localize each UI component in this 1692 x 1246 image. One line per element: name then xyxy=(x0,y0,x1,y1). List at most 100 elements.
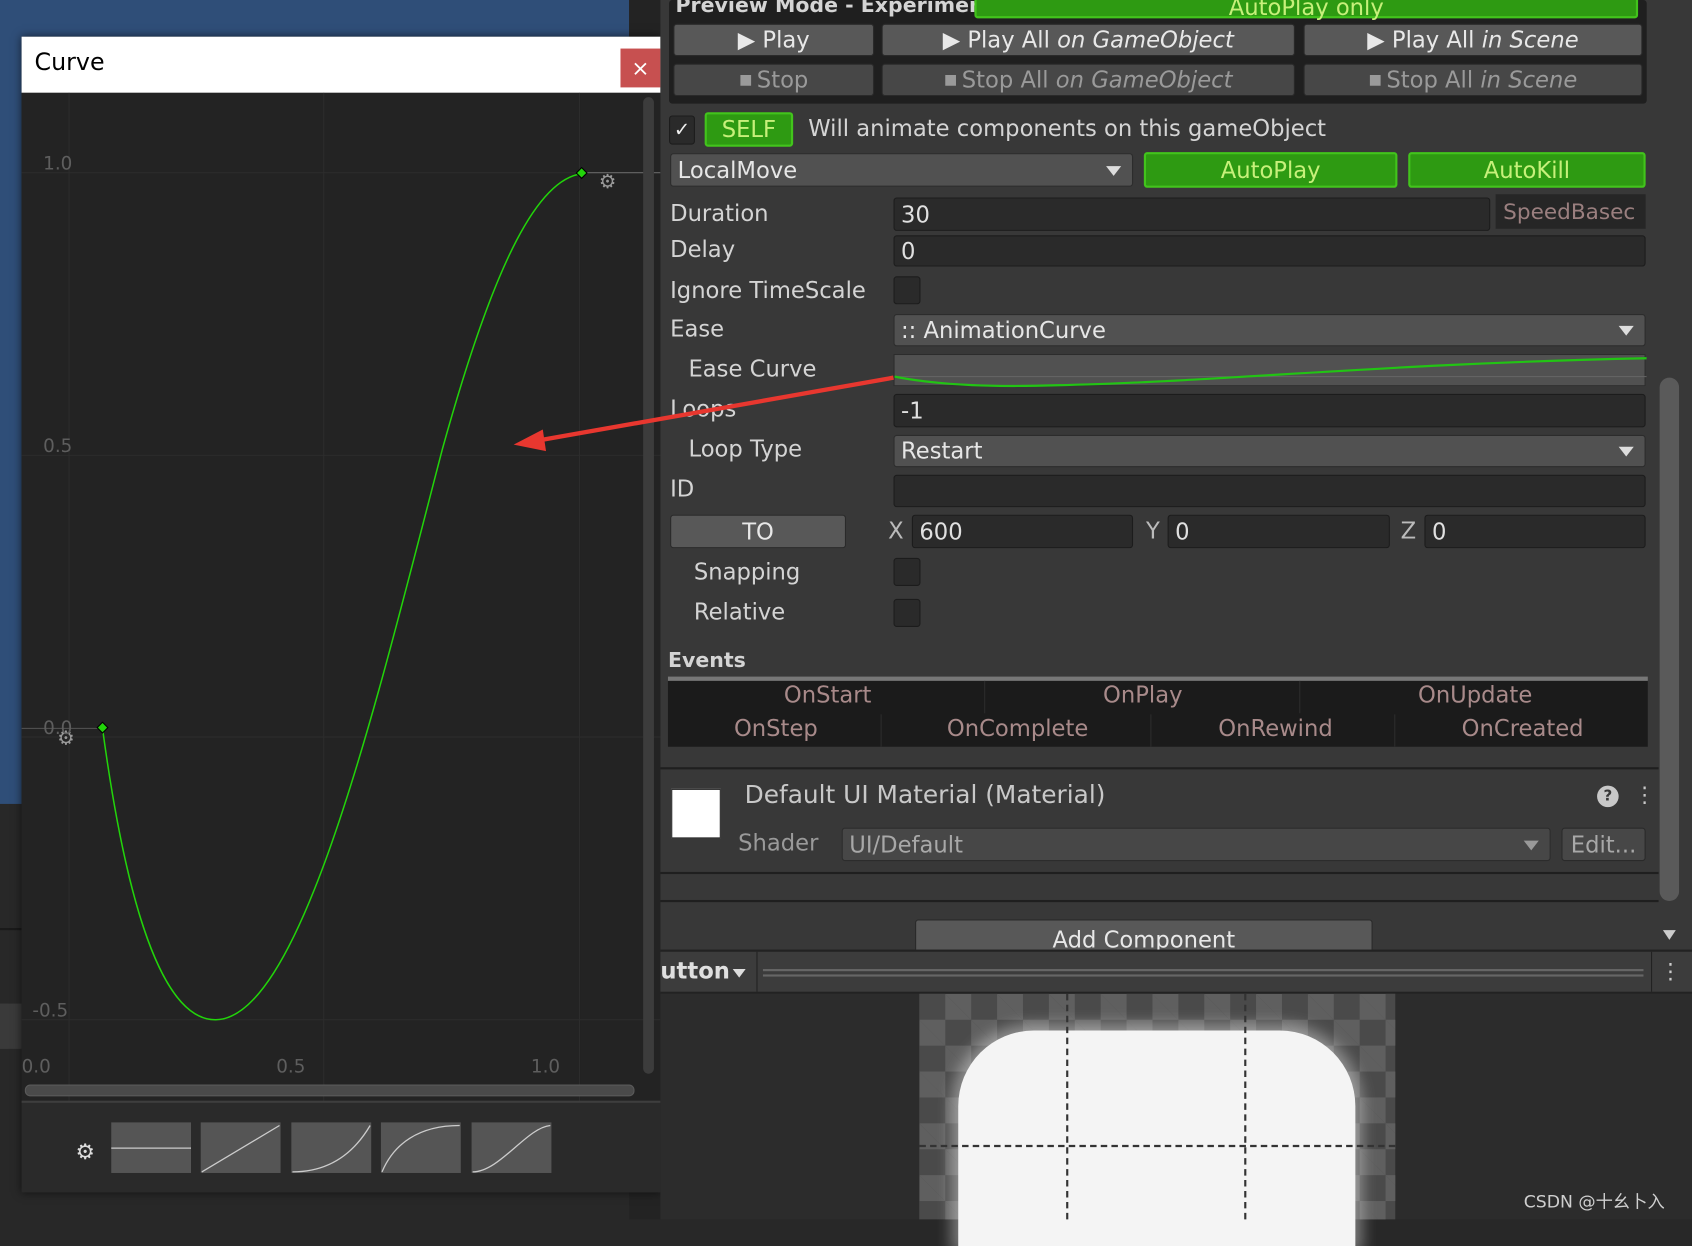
scroll-down-icon[interactable] xyxy=(1662,930,1676,940)
animation-curve[interactable] xyxy=(101,172,582,1021)
event-oncomplete-button[interactable]: OnComplete xyxy=(947,715,1088,741)
autoplay-only-toggle[interactable]: AutoPlay only xyxy=(974,0,1639,20)
duration-input[interactable]: 30 xyxy=(893,197,1491,231)
divider xyxy=(984,680,986,714)
stop-all-scene-button[interactable]: ■ Stop All in Scene xyxy=(1303,63,1643,97)
speed-based-toggle[interactable]: SpeedBasec xyxy=(1495,194,1646,229)
label: on GameObject xyxy=(1055,66,1233,93)
autoplay-toggle[interactable]: AutoPlay xyxy=(1143,152,1398,188)
label: Restart xyxy=(901,438,983,465)
divider xyxy=(1150,714,1152,747)
shader-dropdown[interactable]: UI/Default xyxy=(841,827,1551,862)
stop-all-gameobject-button[interactable]: ■ Stop All on GameObject xyxy=(881,63,1295,97)
z-label: Z xyxy=(1400,517,1417,544)
id-input[interactable] xyxy=(893,474,1646,508)
keyframe[interactable] xyxy=(96,721,109,734)
event-onstart-button[interactable]: OnStart xyxy=(784,682,872,708)
close-button[interactable]: × xyxy=(620,48,661,88)
event-onrewind-button[interactable]: OnRewind xyxy=(1218,715,1332,741)
label: on GameObject xyxy=(1057,26,1234,53)
label: UI/Default xyxy=(849,831,963,858)
divider xyxy=(1299,680,1301,714)
self-badge[interactable]: SELF xyxy=(704,112,794,147)
divider xyxy=(1651,951,1653,992)
preset-ease-out[interactable] xyxy=(380,1122,461,1173)
x-tick: 0.0 xyxy=(21,1056,51,1079)
event-oncreated-button[interactable]: OnCreated xyxy=(1462,715,1584,741)
stop-icon: ■ xyxy=(944,71,962,88)
edit-shader-button[interactable]: Edit... xyxy=(1561,827,1646,862)
divider xyxy=(1394,714,1396,747)
label: in Scene xyxy=(1481,26,1579,53)
divider xyxy=(660,871,1659,875)
keyframe[interactable] xyxy=(575,166,588,180)
event-onplay-button[interactable]: OnPlay xyxy=(1103,682,1182,708)
slice-guide[interactable] xyxy=(919,1144,1396,1148)
delay-input[interactable]: 0 xyxy=(893,235,1646,267)
relative-label: Relative xyxy=(693,598,786,625)
self-description: Will animate components on this gameObje… xyxy=(808,115,1327,142)
vertical-scrollbar[interactable] xyxy=(643,97,654,1074)
x-input[interactable]: 600 xyxy=(911,514,1134,549)
kebab-menu-icon[interactable]: ⋮ xyxy=(1660,958,1682,984)
slice-guide[interactable] xyxy=(1066,993,1069,1220)
help-icon[interactable]: ? xyxy=(1597,785,1619,808)
divider xyxy=(660,767,1659,770)
stop-icon: ■ xyxy=(739,71,757,88)
y-tick: 0.5 xyxy=(43,435,73,458)
play-all-scene-button[interactable]: ▶ Play All in Scene xyxy=(1303,23,1643,57)
watermark: CSDN @十幺卜入 xyxy=(1523,1191,1665,1212)
events-label: Events xyxy=(667,648,746,673)
play-icon: ▶ xyxy=(737,26,763,53)
horizontal-scrollbar[interactable] xyxy=(24,1084,635,1097)
curve-presets xyxy=(111,1122,552,1173)
curve-title-bar[interactable]: Curve × xyxy=(21,36,661,93)
chevron-down-icon[interactable] xyxy=(732,969,746,978)
divider xyxy=(660,899,1659,903)
z-input[interactable]: 0 xyxy=(1424,514,1646,549)
stop-button[interactable]: ■ Stop xyxy=(673,63,875,97)
id-label: ID xyxy=(670,475,695,502)
divider xyxy=(0,928,22,931)
ease-curve-field[interactable] xyxy=(893,353,1647,388)
preview-toolbar: utton ⋮ xyxy=(660,949,1692,994)
to-button[interactable]: TO xyxy=(670,514,847,549)
snapping-checkbox[interactable] xyxy=(893,557,921,586)
self-checkbox[interactable]: ✓ xyxy=(669,115,695,145)
curve-window-title: Curve xyxy=(34,49,105,77)
screen: Curve × ⚙ ⚙ 1.0 0.5 0.0 -0.5 0.0 0.5 1.0… xyxy=(0,0,1692,1246)
resize-handle[interactable] xyxy=(762,969,1644,977)
ease-label: Ease xyxy=(670,316,725,343)
preset-ease-in[interactable] xyxy=(291,1122,372,1173)
play-icon: ▶ xyxy=(1367,26,1392,53)
label: Play All xyxy=(1391,26,1475,53)
event-onupdate-button[interactable]: OnUpdate xyxy=(1418,682,1532,708)
inspector-scrollbar-thumb[interactable] xyxy=(1659,377,1680,902)
y-input[interactable]: 0 xyxy=(1167,514,1390,549)
autokill-toggle[interactable]: AutoKill xyxy=(1408,152,1646,188)
delay-label: Delay xyxy=(670,236,736,263)
presets-gear-icon[interactable]: ⚙ xyxy=(76,1138,95,1164)
kebab-menu-icon[interactable]: ⋮ xyxy=(1634,781,1656,807)
keyframe-gear-icon[interactable]: ⚙ xyxy=(599,170,616,193)
slice-guide[interactable] xyxy=(1244,993,1247,1220)
ignore-timescale-checkbox[interactable] xyxy=(893,276,921,305)
animation-type-dropdown[interactable]: LocalMove xyxy=(670,153,1134,187)
loops-label: Loops xyxy=(670,396,737,422)
divider xyxy=(21,1100,661,1103)
curve-graph[interactable]: ⚙ ⚙ 1.0 0.5 0.0 -0.5 0.0 0.5 1.0 xyxy=(21,92,661,1102)
relative-checkbox[interactable] xyxy=(893,598,921,627)
preview-title[interactable]: utton xyxy=(660,958,730,984)
preset-ease-in-out[interactable] xyxy=(471,1122,552,1173)
loop-type-dropdown[interactable]: Restart xyxy=(893,434,1646,468)
ease-curve-preview xyxy=(894,357,1647,388)
ease-dropdown[interactable]: :: AnimationCurve xyxy=(893,314,1646,347)
divider xyxy=(0,1003,22,1049)
play-all-gameobject-button[interactable]: ▶ Play All on GameObject xyxy=(881,23,1295,57)
event-onstep-button[interactable]: OnStep xyxy=(734,715,818,741)
label: Stop All xyxy=(1386,66,1474,93)
loops-input[interactable]: -1 xyxy=(893,393,1646,428)
play-icon: ▶ xyxy=(942,26,968,53)
duration-label: Duration xyxy=(670,200,769,227)
play-button[interactable]: ▶ Play xyxy=(673,23,875,57)
